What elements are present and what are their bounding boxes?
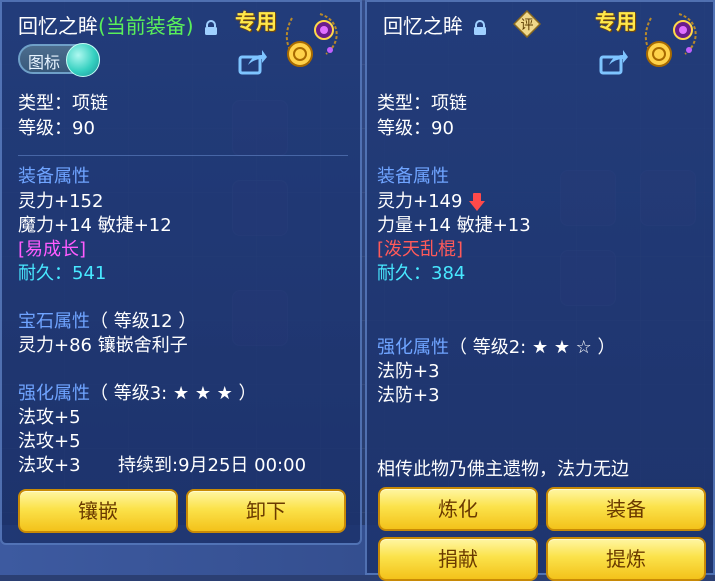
- special-attr: [泼天乱棍]: [377, 239, 464, 260]
- extract-button[interactable]: 提炼: [546, 537, 706, 581]
- divider: [18, 155, 348, 156]
- icon-toggle[interactable]: 图标: [18, 43, 100, 77]
- item-level: 等级：90: [377, 118, 454, 139]
- equip-attr-title: 装备属性: [377, 166, 449, 187]
- durability-label: 耐久：: [18, 263, 72, 284]
- equip-button[interactable]: 装备: [546, 487, 706, 531]
- item-level: 等级：90: [18, 118, 95, 139]
- attr-line: 力量+14 敏捷+13: [377, 215, 531, 236]
- item-title: 回忆之眸: [383, 10, 487, 39]
- durability-value: 384: [431, 263, 466, 284]
- enhance-attr-header: 强化属性（ 等级2: ★ ★ ☆ ）: [377, 336, 616, 360]
- enhance-line: 法攻+5: [18, 431, 81, 452]
- compare-item-tooltip: 回忆之眸 评 专用 类型：项链 等级：90 装备属性 灵力+149 力量+14 …: [365, 0, 715, 581]
- lock-icon: [474, 19, 487, 35]
- attr-line-with-arrow: 灵力+149: [377, 190, 486, 214]
- durability: 耐久：384: [377, 262, 465, 286]
- enhance-attr-title: 强化属性: [377, 337, 449, 358]
- item-type: 类型：项链: [18, 93, 108, 114]
- necklace-icon: [285, 13, 338, 67]
- enhance-line: 法攻+5: [18, 407, 81, 428]
- exclusive-label: 专用: [235, 10, 277, 34]
- equipped-item-tooltip: 回忆之眸(当前装备) 专用 图标 类型：项链 等级：90 装备属性 灵力+152…: [0, 0, 362, 545]
- enhance-line: 法防+3: [377, 361, 440, 382]
- enhance-line: 法攻+3: [18, 455, 81, 476]
- item-title: 回忆之眸(当前装备): [18, 10, 218, 39]
- gem-level: （ 等级12 ）: [90, 311, 197, 332]
- durability: 耐久：541: [18, 262, 106, 286]
- rate-icon[interactable]: 评: [513, 10, 541, 38]
- rate-badge-text: 评: [520, 18, 533, 33]
- gem-line: 灵力+86 镶嵌舍利子: [18, 335, 188, 356]
- lock-icon: [204, 19, 217, 35]
- necklace-icon: [644, 13, 697, 67]
- gem-attr-header: 宝石属性（ 等级12 ）: [18, 310, 196, 334]
- share-icon[interactable]: [599, 49, 629, 75]
- item-name: 回忆之眸: [383, 14, 463, 38]
- icon-toggle-label: 图标: [28, 53, 61, 72]
- refine-button[interactable]: 炼化: [378, 487, 538, 531]
- enhance-attr-header: 强化属性（ 等级3: ★ ★ ★ ）: [18, 382, 257, 406]
- arrow-down-icon: [469, 193, 486, 211]
- toggle-knob: [66, 43, 100, 77]
- inlay-button[interactable]: 镶嵌: [18, 489, 178, 533]
- enhance-duration: 持续到:9月25日 00:00: [118, 455, 307, 476]
- item-legend: 相传此物乃佛主遗物，法力无边: [377, 459, 629, 480]
- attr-line: 灵力+152: [18, 191, 104, 212]
- donate-button[interactable]: 捐献: [378, 537, 538, 581]
- enhance-attr-title: 强化属性: [18, 383, 90, 404]
- item-name: 回忆之眸: [18, 14, 98, 38]
- enhance-level: （ 等级2: ★ ★ ☆ ）: [449, 337, 616, 358]
- equip-attr-title: 装备属性: [18, 166, 90, 187]
- exclusive-label: 专用: [595, 10, 637, 34]
- unequip-button[interactable]: 卸下: [186, 489, 346, 533]
- share-icon[interactable]: [238, 49, 268, 75]
- attr-line: 灵力+149: [377, 191, 463, 212]
- durability-label: 耐久：: [377, 263, 431, 284]
- gem-attr-title: 宝石属性: [18, 311, 90, 332]
- special-attr: [易成长]: [18, 239, 87, 260]
- enhance-level: （ 等级3: ★ ★ ★ ）: [90, 383, 257, 404]
- attr-line: 魔力+14 敏捷+12: [18, 215, 172, 236]
- item-type: 类型：项链: [377, 93, 467, 114]
- enhance-line: 法防+3: [377, 385, 440, 406]
- durability-value: 541: [72, 263, 107, 284]
- current-equip-tag: (当前装备): [98, 14, 194, 38]
